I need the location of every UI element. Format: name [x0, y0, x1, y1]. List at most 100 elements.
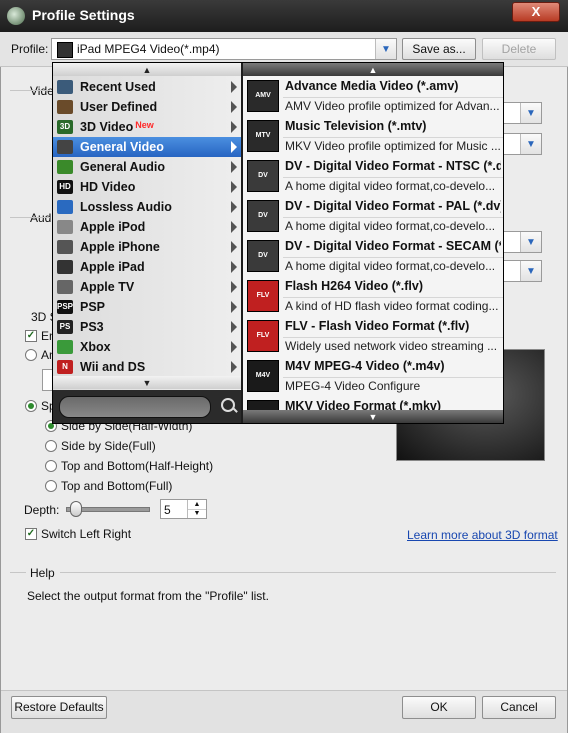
new-badge: New: [135, 120, 154, 130]
depth-label: Depth:: [24, 503, 60, 517]
category-item[interactable]: N Wii and DS: [53, 357, 241, 377]
depth-stepper[interactable]: 5 ▲ ▼: [160, 499, 207, 519]
format-item[interactable]: AMV Advance Media Video (*.amv) AMV Video …: [243, 77, 503, 117]
submenu-arrow-icon: [231, 321, 237, 333]
submenu-arrow-icon: [231, 241, 237, 253]
category-label: 3D Video New: [80, 120, 154, 134]
format-description: A kind of HD flash video format coding..…: [285, 299, 499, 313]
side-by-side-full-radio[interactable]: [45, 440, 57, 452]
amv-icon: AMV: [247, 80, 279, 112]
profile-select-value: iPad MPEG4 Video(*.mp4): [77, 42, 220, 56]
mtv-icon: MTV: [247, 120, 279, 152]
chevron-down-icon[interactable]: ▼: [520, 103, 541, 123]
save-as-button[interactable]: Save as...: [402, 38, 476, 60]
video-setting-select-2[interactable]: ▼: [500, 133, 542, 155]
chevron-down-icon[interactable]: ▼: [520, 134, 541, 154]
format-item[interactable]: DV DV - Digital Video Format - NTSC (*.dv…: [243, 157, 503, 197]
format-name: DV - Digital Video Format - PAL (*.dv): [285, 199, 501, 213]
category-label: Apple iPod: [80, 220, 146, 234]
app-icon: [7, 7, 25, 25]
category-label: PSP: [80, 300, 106, 314]
format-item[interactable]: FLV Flash H264 Video (*.flv) A kind of HD …: [243, 277, 503, 317]
category-item[interactable]: Apple iPad: [53, 257, 241, 277]
category-label: PS3: [80, 320, 104, 334]
window-title: Profile Settings: [32, 7, 135, 23]
category-item[interactable]: PSP PSP: [53, 297, 241, 317]
audio-setting-select-1[interactable]: ▼: [500, 231, 542, 253]
category-item[interactable]: HD HD Video: [53, 177, 241, 197]
close-button[interactable]: X: [512, 2, 560, 22]
anaglyph-radio[interactable]: [25, 349, 37, 361]
category-label: Apple iPhone: [80, 240, 160, 254]
format-divider: [283, 177, 503, 178]
music-icon: [57, 200, 73, 214]
audio-group-divider: [10, 217, 50, 218]
category-item[interactable]: Apple iPod: [53, 217, 241, 237]
restore-defaults-button[interactable]: Restore Defaults: [11, 696, 107, 719]
switch-left-right-checkbox[interactable]: ✓: [25, 528, 37, 540]
submenu-arrow-icon: [231, 161, 237, 173]
ok-button[interactable]: OK: [402, 696, 476, 719]
format-name: Advance Media Video (*.amv): [285, 79, 459, 93]
category-item[interactable]: Xbox: [53, 337, 241, 357]
category-search-input[interactable]: [59, 396, 211, 418]
split-screen-radio[interactable]: [25, 400, 37, 412]
format-item[interactable]: FLV FLV - Flash Video Format (*.flv) Widel…: [243, 317, 503, 357]
submenu-arrow-icon: [231, 261, 237, 273]
format-item[interactable]: M4V M4V MPEG-4 Video (*.m4v) MPEG-4 Video …: [243, 357, 503, 397]
category-item[interactable]: General Audio: [53, 157, 241, 177]
format-scroll-down-icon[interactable]: ▼: [243, 410, 503, 423]
format-description: AMV Video profile optimized for Advan...: [285, 99, 500, 113]
submenu-arrow-icon: [231, 201, 237, 213]
depth-slider-thumb[interactable]: [70, 501, 82, 517]
category-label: User Defined: [80, 100, 158, 114]
audio-setting-select-2[interactable]: ▼: [500, 260, 542, 282]
category-scroll-down-icon[interactable]: ▼: [53, 376, 241, 389]
top-bottom-full-radio[interactable]: [45, 480, 57, 492]
top-bottom-half-label: Top and Bottom(Half-Height): [61, 459, 214, 473]
format-scroll-up-icon[interactable]: ▲: [243, 63, 503, 76]
format-item[interactable]: DV DV - Digital Video Format - SECAM (*.d…: [243, 237, 503, 277]
category-item[interactable]: Apple TV: [53, 277, 241, 297]
ps3-icon: PS: [57, 320, 73, 334]
delete-button[interactable]: Delete: [482, 38, 556, 60]
profile-select[interactable]: iPad MPEG4 Video(*.mp4) ▼: [51, 38, 397, 60]
category-item[interactable]: PS PS3: [53, 317, 241, 337]
music-note-icon: [57, 160, 73, 174]
submenu-arrow-icon: [231, 101, 237, 113]
video-group-divider: [10, 90, 50, 91]
video-setting-select-1[interactable]: ▼: [500, 102, 542, 124]
m4v-icon: M4V: [247, 360, 279, 392]
learn-3d-format-link[interactable]: Learn more about 3D format: [407, 528, 558, 542]
category-item[interactable]: Recent Used: [53, 77, 241, 97]
category-item[interactable]: Lossless Audio: [53, 197, 241, 217]
category-label: General Video: [80, 140, 164, 154]
stepper-down-icon[interactable]: ▼: [187, 509, 206, 518]
format-divider: [283, 297, 503, 298]
format-divider: [283, 217, 503, 218]
category-item[interactable]: 3D 3D Video New: [53, 117, 241, 137]
format-list: AMV Advance Media Video (*.amv) AMV Video …: [243, 63, 503, 423]
submenu-arrow-icon: [231, 121, 237, 133]
format-divider: [283, 257, 503, 258]
category-label: Lossless Audio: [80, 200, 172, 214]
category-item[interactable]: General Video: [53, 137, 241, 157]
category-item[interactable]: User Defined: [53, 97, 241, 117]
format-item[interactable]: MTV Music Television (*.mtv) MKV Video pro…: [243, 117, 503, 157]
search-icon[interactable]: [221, 398, 235, 412]
submenu-arrow-icon: [231, 361, 237, 373]
ipad-icon: [57, 42, 73, 58]
chevron-down-icon[interactable]: ▼: [520, 232, 541, 252]
format-item[interactable]: DV DV - Digital Video Format - PAL (*.dv)…: [243, 197, 503, 237]
category-label: Xbox: [80, 340, 111, 354]
chevron-down-icon[interactable]: ▼: [520, 261, 541, 281]
format-description: MKV Video profile optimized for Music ..…: [285, 139, 501, 153]
category-scroll-up-icon[interactable]: ▲: [53, 63, 241, 76]
category-item[interactable]: Apple iPhone: [53, 237, 241, 257]
chevron-down-icon[interactable]: ▼: [375, 39, 396, 59]
cancel-button[interactable]: Cancel: [482, 696, 556, 719]
enable-3d-checkbox[interactable]: ✓: [25, 330, 37, 342]
ipad-icon: [57, 260, 73, 274]
top-bottom-half-radio[interactable]: [45, 460, 57, 472]
flv-icon: FLV: [247, 280, 279, 312]
